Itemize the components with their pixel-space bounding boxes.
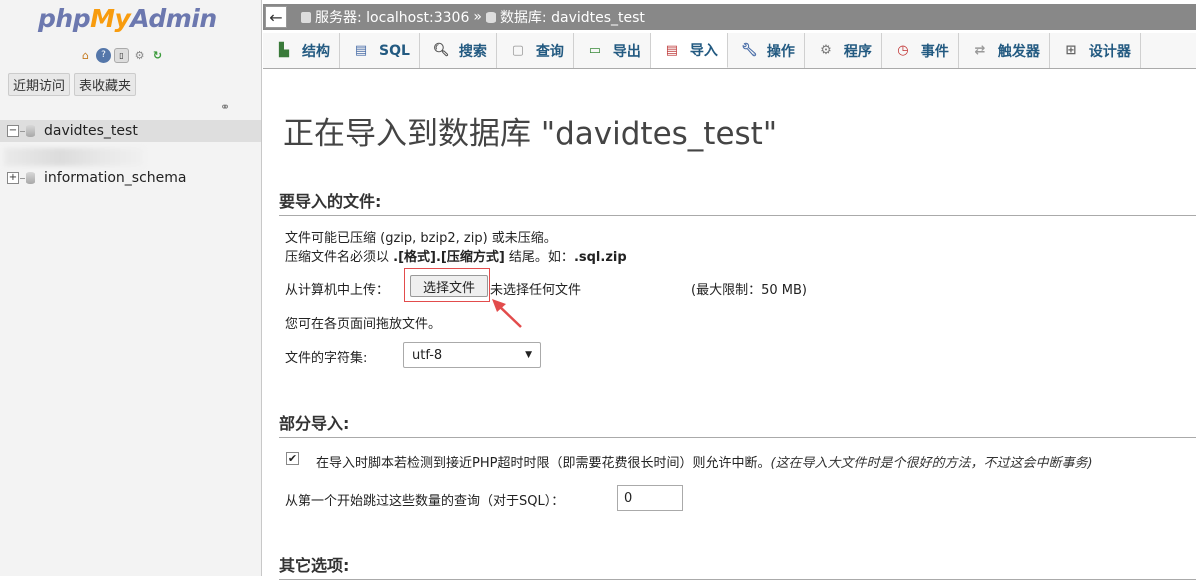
sql-icon: ▤ [354, 43, 368, 58]
tab-label: 事件 [920, 43, 949, 60]
database-icon [26, 172, 35, 184]
database-icon [26, 125, 35, 137]
link-with-main-icon[interactable]: ⚭ [220, 100, 230, 114]
allow-interrupt-text: 在导入时脚本若检测到接近PHP超时时限（即需要花费很长时间）则允许中断。 [316, 456, 771, 471]
tab-sql[interactable]: ▤ SQL [340, 33, 420, 68]
home-icon[interactable]: ⌂ [78, 48, 93, 63]
filename-note-middle: 结尾。如： [504, 250, 574, 265]
page-title: 正在导入到数据库 "davidtes_test" [283, 116, 778, 152]
favorites-button[interactable]: 表收藏夹 [74, 73, 137, 96]
clock-icon: ◷ [897, 43, 909, 58]
file-section-heading: 要导入的文件: [279, 188, 1196, 216]
wrench-icon: 🔧︎ [740, 43, 758, 58]
db-tree-item-davidtes-test[interactable]: − davidtes_test [0, 120, 261, 142]
breadcrumb: 服务器: localhost:3306 » 数据库: davidtes_test [301, 7, 645, 27]
export-icon: ▭ [588, 43, 602, 58]
tab-import[interactable]: ▤ 导入 [650, 33, 728, 68]
designer-icon: ⊞ [1065, 43, 1077, 58]
compress-note: 文件可能已压缩 (gzip, bzip2, zip) 或未压缩。 [285, 231, 557, 246]
skip-queries-input[interactable]: 0 [617, 485, 683, 511]
db-tree-item-information-schema[interactable]: + information_schema [0, 167, 261, 189]
phpmyadmin-logo[interactable]: phpMyAdmin [38, 4, 217, 33]
import-icon: ▤ [665, 42, 679, 58]
skip-queries-label: 从第一个开始跳过这些数量的查询（对于SQL）： [285, 494, 565, 509]
nav-links: 近期访问 表收藏夹 [8, 73, 137, 96]
filename-note: 压缩文件名必须以 .[格式].[压缩方式] 结尾。如：.sql.zip [285, 246, 627, 265]
choose-file-button[interactable]: 选择文件 [410, 275, 488, 297]
collapse-icon[interactable]: − [7, 125, 19, 137]
tab-label: 结构 [302, 43, 330, 60]
tab-label: 设计器 [1088, 43, 1131, 60]
upload-label: 从计算机中上传： [285, 283, 390, 298]
tab-label: 触发器 [997, 43, 1040, 60]
tree-connector [20, 130, 25, 132]
info-icon[interactable]: ? [96, 48, 111, 63]
tab-operations[interactable]: 🔧︎ 操作 [728, 33, 805, 68]
filename-note-prefix: 压缩文件名必须以 [285, 250, 394, 265]
partial-section-heading: 部分导入: [279, 410, 1196, 438]
tab-search[interactable]: 🔍︎ 搜索 [420, 33, 497, 68]
tab-label: SQL [379, 42, 410, 59]
expand-icon[interactable]: + [7, 172, 19, 184]
collapse-nav-button[interactable]: ← [265, 6, 287, 28]
logo-admin: Admin [130, 4, 217, 33]
routines-icon: ⚙ [820, 43, 832, 58]
filename-format: .[格式].[压缩方式] [393, 250, 505, 265]
tab-events[interactable]: ◷ 事件 [882, 33, 959, 68]
docs-icon[interactable]: ▯ [114, 48, 129, 63]
logo-my: My [90, 4, 131, 33]
settings-icon[interactable]: ⚙ [132, 48, 147, 63]
charset-label: 文件的字符集: [285, 351, 368, 366]
database-icon [485, 11, 496, 23]
tab-label: 搜索 [458, 43, 487, 60]
breadcrumb-bar: ← 服务器: localhost:3306 » 数据库: davidtes_te… [263, 4, 1196, 30]
reload-icon[interactable]: ↻ [150, 48, 165, 63]
no-file-chosen: 未选择任何文件 [490, 283, 582, 298]
tab-label: 导出 [612, 43, 641, 60]
logo-php: php [38, 4, 91, 33]
dropdown-arrow-icon: ▼ [525, 350, 532, 360]
triggers-icon: ⇄ [974, 43, 986, 58]
navigation-panel: phpMyAdmin ⌂ ? ▯ ⚙ ↻ 近期访问 表收藏夹 ⚭ − david… [0, 0, 262, 576]
structure-icon: ▙ [279, 43, 289, 58]
db-name[interactable]: davidtes_test [44, 123, 138, 139]
allow-interrupt-label[interactable]: 在导入时脚本若检测到接近PHP超时时限（即需要花费很长时间）则允许中断。(这在导… [316, 452, 1093, 471]
allow-interrupt-checkbox[interactable]: ✔ [286, 452, 299, 465]
allow-interrupt-note: (这在导入大文件时是个很好的方法，不过这会中断事务) [770, 456, 1093, 471]
tab-label: 程序 [843, 43, 872, 60]
checkmark-icon: ✔ [287, 452, 298, 465]
nav-icon-bar: ⌂ ? ▯ ⚙ ↻ [78, 48, 165, 63]
breadcrumb-separator: » [473, 9, 482, 25]
drag-drop-note: 您可在各页面间拖放文件。 [285, 317, 442, 332]
breadcrumb-server[interactable]: 服务器: localhost:3306 [315, 7, 469, 27]
annotation-arrow-icon [492, 299, 522, 328]
tab-label: 查询 [535, 43, 564, 60]
tab-designer[interactable]: ⊞ 设计器 [1050, 33, 1141, 68]
max-upload-limit: (最大限制：50 MB) [691, 283, 807, 298]
tab-export[interactable]: ▭ 导出 [574, 33, 651, 68]
tab-query[interactable]: ▢ 查询 [497, 33, 574, 68]
query-icon: ▢ [511, 43, 525, 58]
db-name[interactable]: information_schema [44, 170, 187, 186]
tab-structure[interactable]: ▙ 结构 [263, 33, 340, 68]
blurred-item [4, 148, 144, 166]
tab-label: 导入 [689, 43, 718, 59]
tab-routines[interactable]: ⚙ 程序 [805, 33, 882, 68]
filename-example: .sql.zip [573, 250, 627, 265]
tab-bar: ▙ 结构 ▤ SQL 🔍︎ 搜索 ▢ 查询 ▭ 导出 ▤ 导入 🔧︎ 操作 ⚙ 程序 ◷ 事件 ⇄… [263, 33, 1196, 69]
tab-label: 操作 [766, 43, 795, 60]
recent-button[interactable]: 近期访问 [8, 73, 71, 96]
server-icon [301, 11, 311, 23]
breadcrumb-database[interactable]: 数据库: davidtes_test [500, 7, 645, 27]
charset-select[interactable]: utf-8 ▼ [403, 342, 541, 368]
tab-triggers[interactable]: ⇄ 触发器 [959, 33, 1050, 68]
search-icon: 🔍︎ [432, 43, 450, 58]
charset-selected-value: utf-8 [412, 347, 443, 363]
main-content: 正在导入到数据库 "davidtes_test" 要导入的文件: 文件可能已压缩… [263, 70, 1196, 580]
tree-connector [20, 177, 25, 179]
